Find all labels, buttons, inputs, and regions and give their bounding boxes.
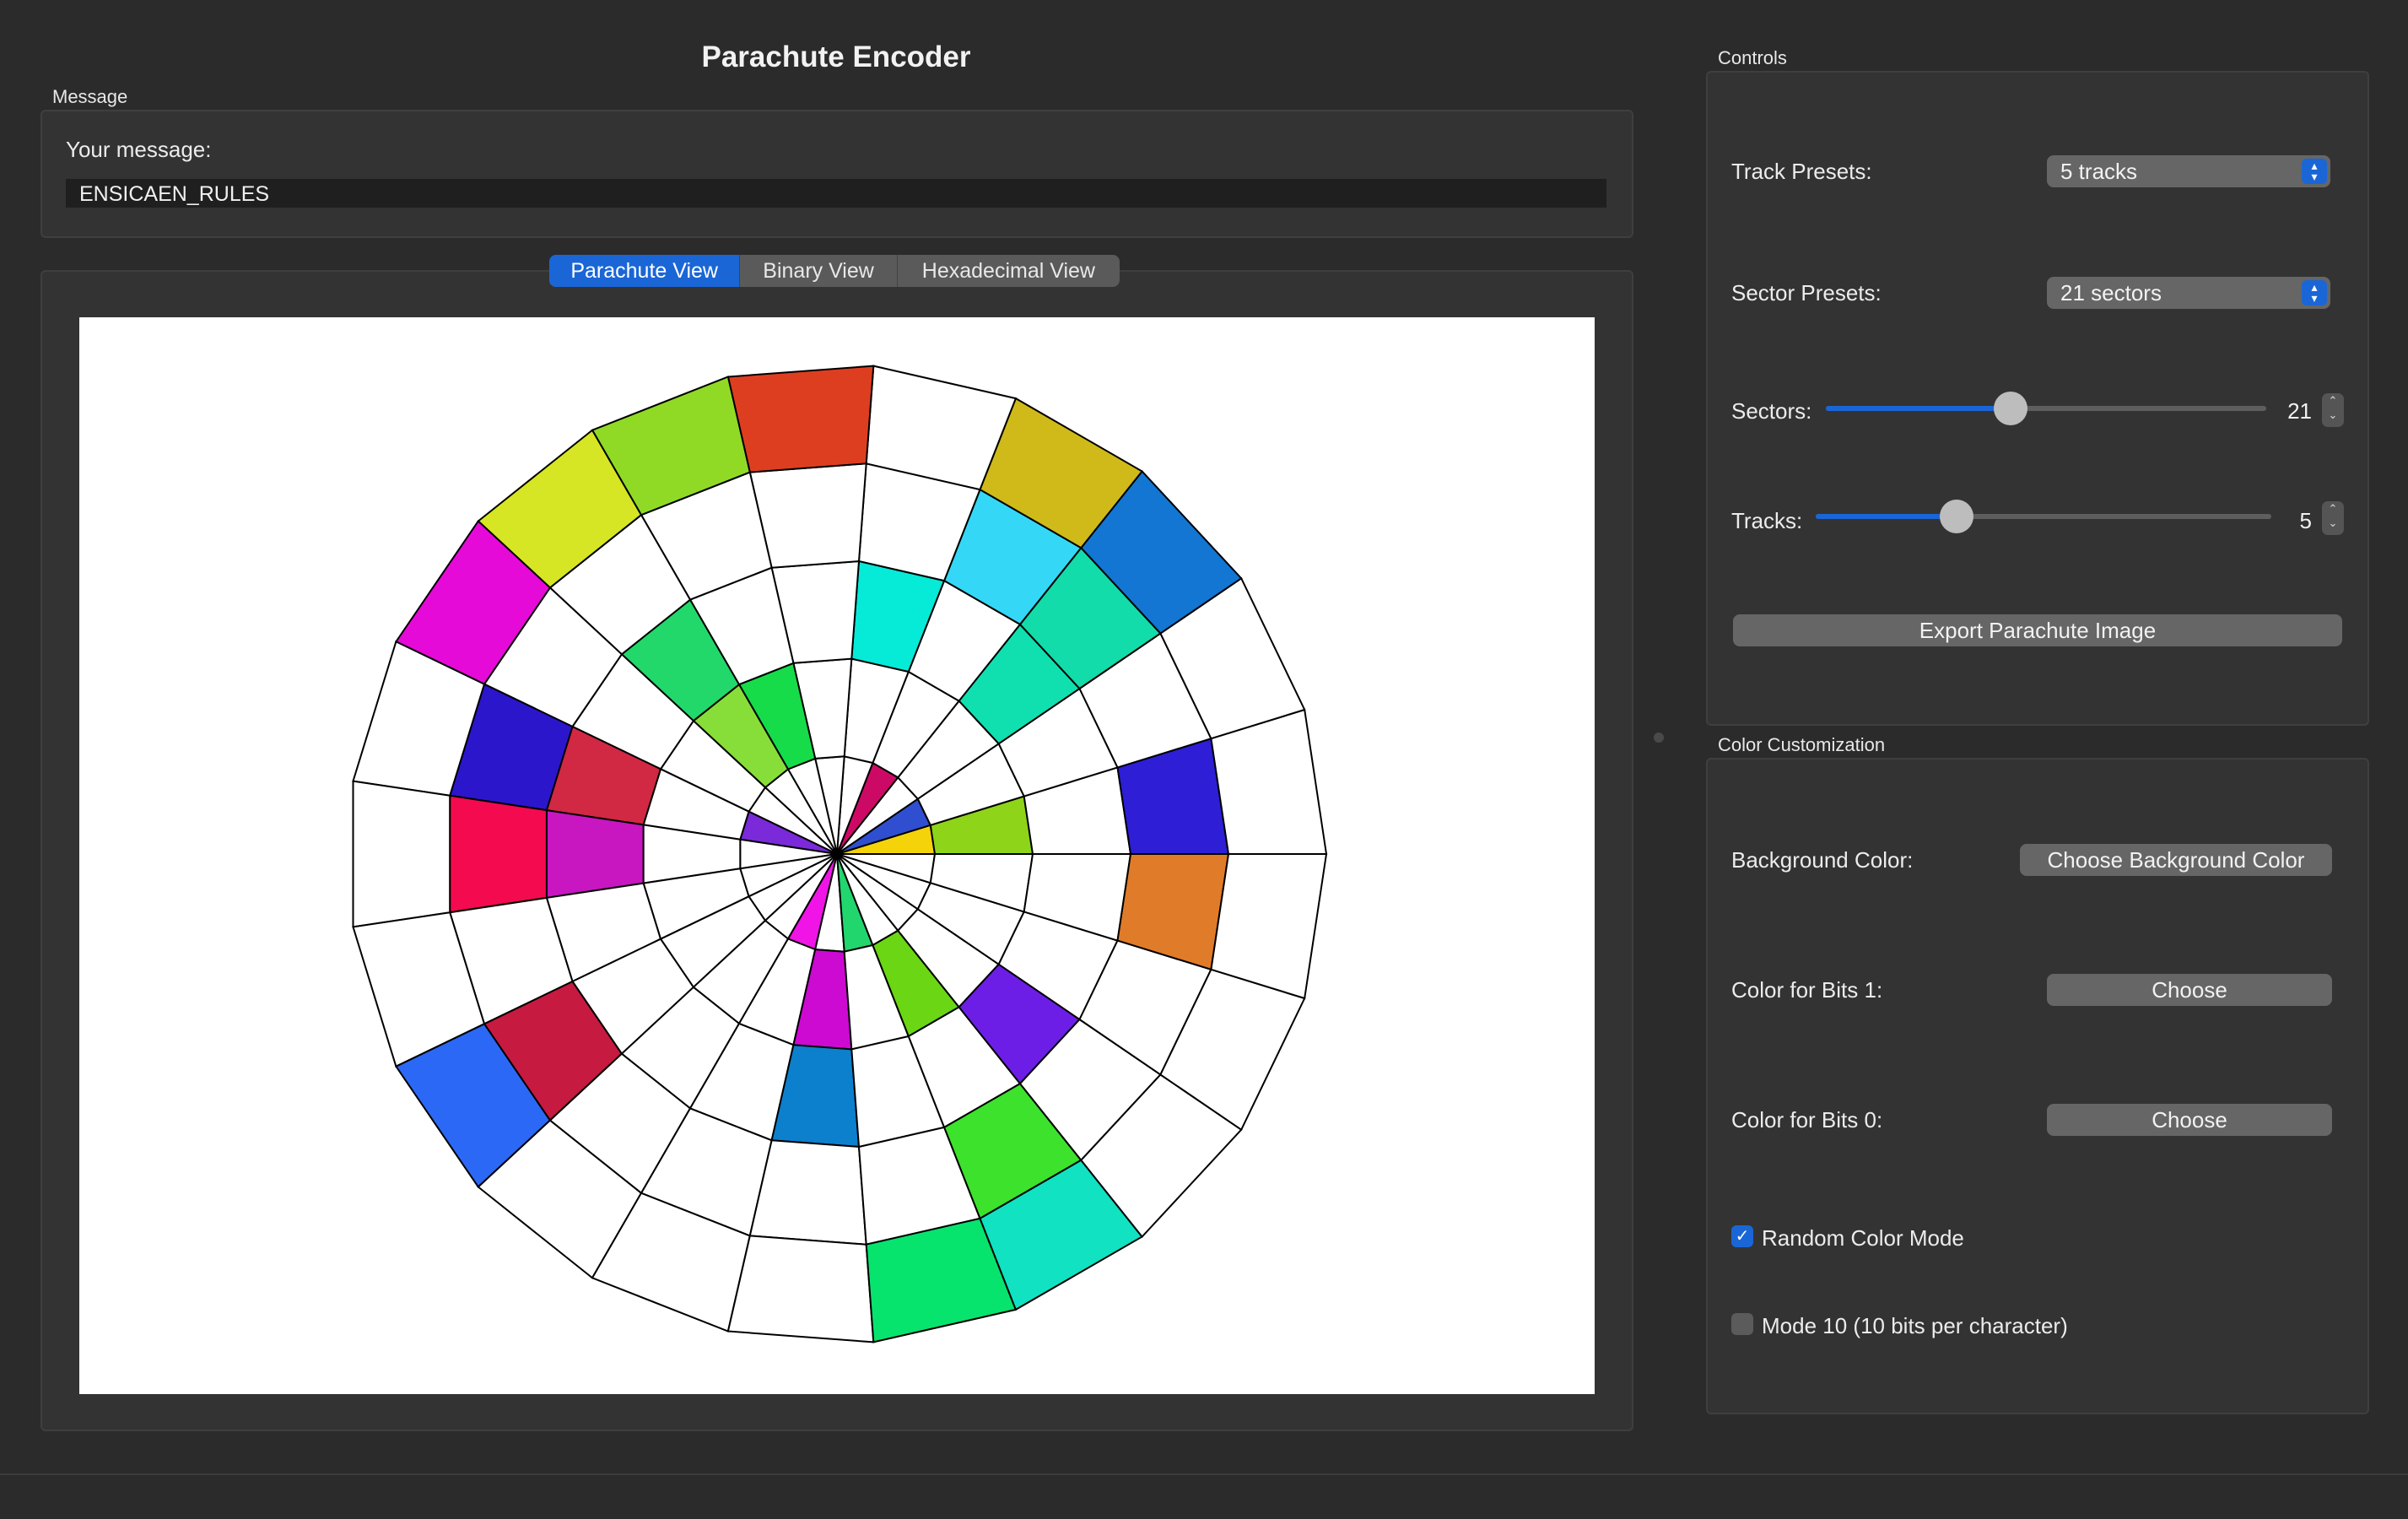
sectors-stepper[interactable]: ⌃ ⌄ bbox=[2322, 393, 2344, 427]
parachute-cell-t3-s15 bbox=[748, 1139, 867, 1246]
message-input[interactable]: ENSICAEN_RULES bbox=[66, 179, 1606, 208]
tab-parachute-view[interactable]: Parachute View bbox=[549, 255, 741, 287]
parachute-cell-t4-s15 bbox=[726, 1235, 875, 1343]
bottom-separator bbox=[0, 1473, 2408, 1475]
track-presets-value: 5 tracks bbox=[2060, 159, 2138, 184]
app-title: Parachute Encoder bbox=[701, 41, 971, 73]
tab-hexadecimal-view[interactable]: Hexadecimal View bbox=[898, 255, 1120, 287]
sectors-label: Sectors: bbox=[1731, 398, 1812, 424]
split-view-divider[interactable] bbox=[1654, 732, 1664, 743]
chevron-updown-icon: ▴ ▾ bbox=[2302, 159, 2327, 184]
parachute-canvas bbox=[79, 317, 1595, 1394]
choose-bits1-color-button[interactable]: Choose bbox=[2047, 974, 2332, 1006]
message-group-label: Message bbox=[52, 86, 128, 107]
mode10-label: Mode 10 (10 bits per character) bbox=[1762, 1313, 2068, 1338]
sectors-slider[interactable] bbox=[1826, 406, 2266, 411]
parachute-cell-t4-s5 bbox=[726, 365, 875, 473]
tracks-value[interactable]: 5 bbox=[2278, 508, 2312, 534]
choose-bits0-color-button[interactable]: Choose bbox=[2047, 1104, 2332, 1136]
track-presets-label: Track Presets: bbox=[1731, 159, 1872, 184]
random-color-mode-label: Random Color Mode bbox=[1762, 1225, 1964, 1251]
choose-background-color-button[interactable]: Choose Background Color bbox=[2020, 844, 2332, 876]
mode10-checkbox[interactable] bbox=[1731, 1313, 1753, 1335]
parachute-cell-t3-s10 bbox=[449, 794, 548, 914]
tracks-stepper[interactable]: ⌃ ⌄ bbox=[2322, 501, 2344, 535]
message-field-label: Your message: bbox=[66, 137, 212, 162]
tracks-label: Tracks: bbox=[1731, 508, 1803, 533]
tab-binary-view[interactable]: Binary View bbox=[740, 255, 898, 287]
parachute-cell-t4-s10 bbox=[352, 780, 451, 928]
random-color-mode-checkbox[interactable]: ✓ bbox=[1731, 1225, 1753, 1247]
sector-presets-value: 21 sectors bbox=[2060, 280, 2162, 305]
controls-group-label: Controls bbox=[1718, 47, 1787, 68]
bits1-color-label: Color for Bits 1: bbox=[1731, 977, 1883, 1003]
tracks-slider-fill bbox=[1816, 514, 1957, 519]
export-parachute-image-button[interactable]: Export Parachute Image bbox=[1733, 614, 2342, 646]
bits0-color-label: Color for Bits 0: bbox=[1731, 1107, 1883, 1132]
view-tabs: Parachute View Binary View Hexadecimal V… bbox=[549, 255, 1120, 287]
sectors-slider-fill bbox=[1826, 406, 2011, 411]
sector-presets-select[interactable]: 21 sectors ▴ ▾ bbox=[2047, 277, 2330, 309]
message-group bbox=[40, 110, 1633, 238]
background-color-label: Background Color: bbox=[1731, 847, 1914, 873]
tracks-slider[interactable] bbox=[1816, 514, 2271, 519]
track-presets-select[interactable]: 5 tracks ▴ ▾ bbox=[2047, 155, 2330, 187]
color-customization-group-label: Color Customization bbox=[1718, 734, 1886, 755]
sectors-slider-knob[interactable] bbox=[1994, 392, 2028, 425]
parachute-diagram bbox=[352, 365, 1328, 1343]
sector-presets-label: Sector Presets: bbox=[1731, 280, 1882, 305]
sectors-value[interactable]: 21 bbox=[2278, 398, 2312, 424]
chevron-updown-icon: ▴ ▾ bbox=[2302, 280, 2327, 305]
